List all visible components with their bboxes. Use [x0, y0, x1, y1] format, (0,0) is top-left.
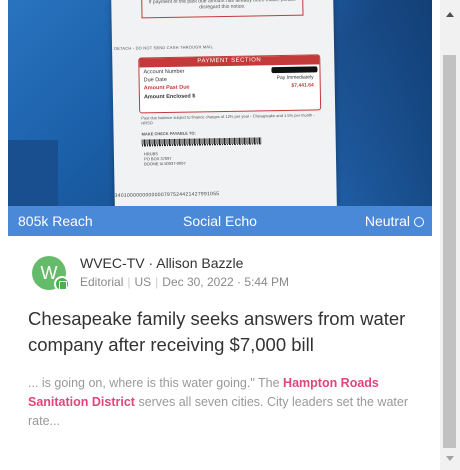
- remit-address: HRUBS PO BOX 37097 BOONE IA 50037-0097: [143, 151, 186, 167]
- amount-past-due-value: $7,441.64: [291, 82, 314, 89]
- outlet-name[interactable]: WVEC-TV: [80, 255, 145, 271]
- arrow-down-icon[interactable]: [446, 456, 454, 461]
- article-image[interactable]: If payment of the past due amount has al…: [8, 0, 432, 206]
- article-snippet: ... is going on, where is this water goi…: [28, 376, 408, 428]
- scan-line: 3401000000000000797524421427991055: [114, 191, 220, 199]
- due-date-value: Pay Immediately: [276, 74, 314, 82]
- circle-outline-icon[interactable]: [414, 217, 424, 227]
- amount-enclosed-label: Amount Enclosed $: [143, 93, 196, 101]
- stats-bar: 805k Reach Social Echo Neutral: [8, 206, 432, 236]
- account-number-label: Account Number: [143, 68, 185, 76]
- category-label: Editorial: [80, 275, 124, 289]
- source-line: WVEC-TV · Allison Bazzle: [80, 255, 244, 271]
- redacted-account-number: [271, 66, 318, 74]
- payment-section-title: PAYMENT SECTION: [139, 55, 320, 68]
- document-icon: [54, 276, 70, 292]
- arrow-up-icon[interactable]: [446, 12, 454, 17]
- scrollbar-thumb[interactable]: [443, 55, 456, 448]
- article-headline[interactable]: Chesapeake family seeks answers from wat…: [28, 306, 418, 358]
- tear-line: DETACH - DO NOT SEND CASH THROUGH MAIL: [114, 44, 214, 51]
- payable-to: MAKE CHECK PAYABLE TO:: [141, 130, 196, 137]
- amount-past-due-label: Amount Past Due: [143, 84, 190, 92]
- sentiment-label[interactable]: Neutral: [365, 213, 410, 229]
- author-name[interactable]: Allison Bazzle: [156, 255, 243, 271]
- news-card[interactable]: If payment of the past due amount has al…: [8, 0, 432, 470]
- barcode: [141, 137, 262, 147]
- timestamp: Dec 30, 2022 · 5:44 PM: [162, 275, 290, 289]
- payment-section: PAYMENT SECTION Account Number Due Date …: [138, 54, 322, 114]
- region-label: US: [134, 275, 152, 289]
- due-date-label: Due Date: [143, 76, 167, 84]
- hand-shape: [8, 140, 58, 206]
- water-bill-photo: If payment of the past due amount has al…: [111, 0, 337, 206]
- finance-note: Past due balance subject to finance char…: [141, 112, 315, 126]
- article-meta: Editorial | US | Dec 30, 2022 · 5:44 PM: [80, 275, 290, 289]
- scrollbar[interactable]: [440, 0, 460, 470]
- image-shadow: [336, 0, 432, 206]
